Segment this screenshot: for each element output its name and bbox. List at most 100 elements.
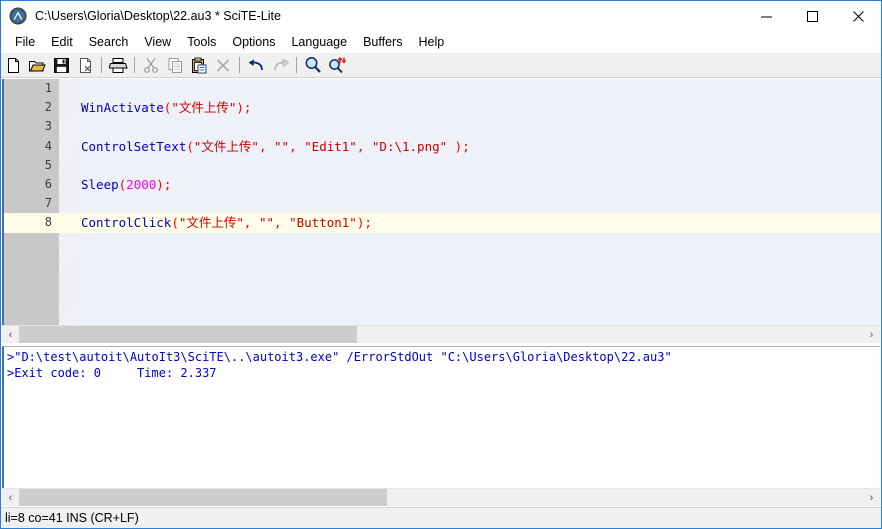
toolbar: [1, 53, 881, 78]
title-bar: C:\Users\Gloria\Desktop\22.au3 * SciTE-L…: [1, 1, 881, 31]
redo-button[interactable]: [268, 54, 292, 77]
copy-button[interactable]: [163, 54, 187, 77]
maximize-button[interactable]: [789, 1, 835, 31]
menu-item-language[interactable]: Language: [283, 33, 355, 51]
output-horizontal-scrollbar[interactable]: ‹ ›: [2, 488, 880, 506]
code-token: ;: [462, 139, 470, 154]
code-token: "Edit1": [304, 139, 357, 154]
code-token: "文件上传": [171, 100, 236, 115]
code-token: (: [171, 215, 179, 230]
code-token: ;: [244, 100, 252, 115]
output-pane[interactable]: >"D:\test\autoit\AutoIt3\SciTE\..\autoit…: [2, 346, 880, 488]
menu-bar: File Edit Search View Tools Options Lang…: [1, 31, 881, 53]
editor-horizontal-scrollbar[interactable]: ‹ ›: [2, 325, 880, 343]
open-file-button[interactable]: [25, 54, 49, 77]
find-button[interactable]: [301, 54, 325, 77]
code-line[interactable]: 6Sleep(2000);: [4, 175, 880, 194]
menu-item-tools[interactable]: Tools: [179, 33, 224, 51]
code-token: ,: [274, 215, 289, 230]
code-token: ;: [164, 177, 172, 192]
new-file-button[interactable]: [1, 54, 25, 77]
code-line[interactable]: 1: [4, 79, 880, 98]
code-line[interactable]: 7: [4, 194, 880, 213]
replace-button[interactable]: [325, 54, 349, 77]
menu-item-search[interactable]: Search: [81, 33, 137, 51]
redo-icon: [271, 57, 290, 74]
replace-icon: [328, 56, 347, 74]
undo-button[interactable]: [244, 54, 268, 77]
open-file-icon: [28, 57, 46, 74]
code-token: ControlSetText: [81, 139, 186, 154]
print-icon: [109, 57, 128, 74]
close-file-button[interactable]: [73, 54, 97, 77]
close-button[interactable]: [835, 1, 881, 31]
code-token: "文件上传": [194, 139, 259, 154]
output-scroll-left-arrow[interactable]: ‹: [2, 489, 19, 506]
status-position-text: li=8 co=41 INS (CR+LF): [1, 511, 139, 525]
menu-item-buffers[interactable]: Buffers: [355, 33, 410, 51]
code-line[interactable]: 4 ControlSetText("文件上传", "", "Edit1", "D:…: [4, 137, 880, 156]
code-line[interactable]: 5: [4, 156, 880, 175]
line-number: 1: [4, 79, 52, 98]
editor-scroll-left-arrow[interactable]: ‹: [2, 326, 19, 343]
code-token: ,: [289, 139, 304, 154]
code-token: ,: [259, 139, 274, 154]
code-token: "D:\1.png": [372, 139, 447, 154]
line-number: 2: [4, 98, 52, 117]
code-line[interactable]: 8 ControlClick("文件上传", "", "Button1");: [4, 213, 880, 232]
code-token: (: [186, 139, 194, 154]
code-line[interactable]: 3: [4, 117, 880, 136]
menu-item-file[interactable]: File: [7, 33, 43, 51]
editor-scroll-thumb[interactable]: [19, 326, 357, 343]
code-token: "文件上传": [179, 215, 244, 230]
line-number: 8: [4, 213, 52, 232]
toolbar-separator-1: [101, 57, 102, 73]
menu-item-view[interactable]: View: [136, 33, 179, 51]
code-token: Sleep: [81, 177, 119, 192]
code-token: "": [274, 139, 289, 154]
code-line[interactable]: 2 WinActivate("文件上传");: [4, 98, 880, 117]
output-scroll-track[interactable]: [19, 489, 863, 506]
close-file-icon: [77, 57, 94, 74]
code-editor[interactable]: 12WinActivate("文件上传");34ControlSetText("…: [2, 79, 880, 325]
code-line-text: ControlClick("文件上传", "", "Button1");: [81, 213, 372, 232]
minimize-icon: [761, 11, 772, 22]
output-scroll-right-arrow[interactable]: ›: [863, 489, 880, 506]
code-lines-container[interactable]: 12WinActivate("文件上传");34ControlSetText("…: [4, 79, 880, 325]
code-token: ): [156, 177, 164, 192]
paste-button[interactable]: [187, 54, 211, 77]
code-token: "Button1": [289, 215, 357, 230]
close-icon: [853, 11, 864, 22]
line-number: 3: [4, 117, 52, 136]
new-file-icon: [5, 57, 22, 74]
print-button[interactable]: [106, 54, 130, 77]
editor-scroll-track[interactable]: [19, 326, 863, 343]
line-number: 4: [4, 137, 52, 156]
menu-item-help[interactable]: Help: [410, 33, 452, 51]
code-token: "": [259, 215, 274, 230]
code-token: ): [236, 100, 244, 115]
delete-button[interactable]: [211, 54, 235, 77]
line-number: 7: [4, 194, 52, 213]
menu-item-options[interactable]: Options: [224, 33, 283, 51]
line-number: 5: [4, 156, 52, 175]
editor-scroll-right-arrow[interactable]: ›: [863, 326, 880, 343]
toolbar-separator-2: [134, 57, 135, 73]
output-scroll-thumb[interactable]: [19, 489, 387, 506]
cut-icon: [143, 57, 159, 74]
menu-item-edit[interactable]: Edit: [43, 33, 81, 51]
save-file-button[interactable]: [49, 54, 73, 77]
code-line-text: ControlSetText("文件上传", "", "Edit1", "D:\…: [81, 137, 470, 156]
minimize-button[interactable]: [743, 1, 789, 31]
status-bar: li=8 co=41 INS (CR+LF): [1, 507, 881, 528]
code-token: WinActivate: [81, 100, 164, 115]
cut-button[interactable]: [139, 54, 163, 77]
maximize-icon: [807, 11, 818, 22]
delete-icon: [215, 57, 231, 74]
copy-icon: [167, 57, 184, 74]
code-token: ,: [244, 215, 259, 230]
window-title: C:\Users\Gloria\Desktop\22.au3 * SciTE-L…: [35, 9, 743, 23]
undo-icon: [247, 57, 266, 74]
toolbar-separator-3: [239, 57, 240, 73]
code-line-text: WinActivate("文件上传");: [81, 98, 251, 117]
